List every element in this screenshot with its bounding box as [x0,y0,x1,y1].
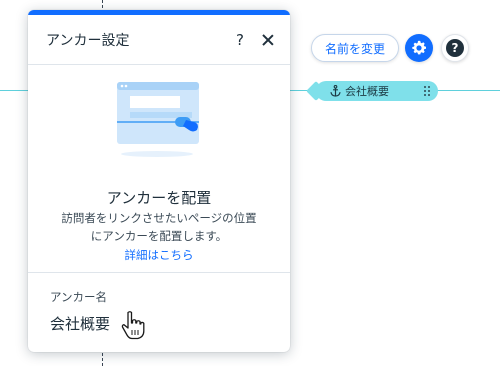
anchor-name-input[interactable]: 会社概要 [50,313,110,334]
panel-divider [28,272,290,273]
anchor-tag-label: 会社概要 [345,85,389,98]
settings-button[interactable] [405,34,433,62]
help-icon: ? [446,39,464,57]
close-icon[interactable] [262,34,274,46]
anchor-tag[interactable]: 会社概要 [316,81,438,101]
help-button[interactable]: ? [441,34,469,62]
placement-info: アンカーを配置 訪問者をリンクさせたいページの位置 にアンカーを配置します。 詳… [28,188,290,263]
panel-header[interactable]: アンカー設定 ? [28,15,290,65]
hand-cursor-icon [121,311,145,340]
placement-description-line2: にアンカーを配置します。 [90,229,228,243]
panel-title: アンカー設定 [46,32,130,49]
placement-description-line1: 訪問者をリンクさせたいページの位置 [61,211,257,225]
anchor-illustration [117,82,199,157]
anchor-settings-panel: アンカー設定 ? アンカーを配置 訪問者をリンクさせたいページの位置 にアンカー… [28,10,290,352]
placement-title: アンカーを配置 [106,189,212,207]
rename-button[interactable]: 名前を変更 [311,34,399,62]
details-link[interactable]: 詳細はこちら [125,247,194,263]
anchor-icon [330,85,341,97]
panel-help-button[interactable]: ? [236,31,244,49]
drag-handle-icon[interactable] [424,86,430,96]
anchor-name-label: アンカー名 [50,290,108,304]
gear-icon [412,40,426,55]
